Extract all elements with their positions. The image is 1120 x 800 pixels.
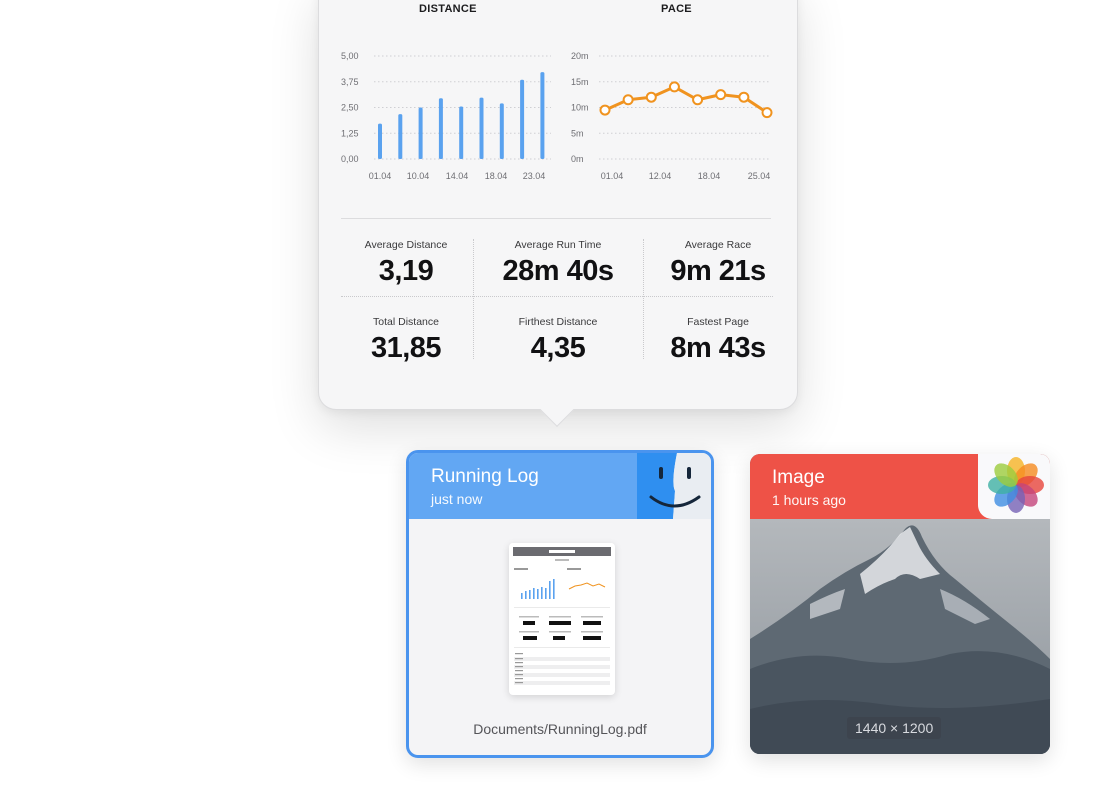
distance-x-tick: 01.04: [369, 171, 392, 181]
distance-bar: [438, 98, 443, 159]
pace-point: [599, 104, 611, 116]
pace-point: [645, 91, 657, 103]
distance-bar: [499, 103, 504, 159]
stat-value: 8m 43s: [670, 332, 766, 364]
stat-average-distance: Average Distance 3,19: [341, 239, 471, 288]
distance-bar: [398, 114, 403, 159]
stat-value: 3,19: [378, 255, 434, 287]
distance-x-tick: 10.04: [407, 171, 430, 181]
running-log-card[interactable]: Running Log just now Documents/RunningLo…: [406, 450, 714, 758]
stat-value: 9m 21s: [670, 255, 766, 287]
finder-icon: [637, 453, 711, 519]
pdf-thumbnail[interactable]: [509, 543, 615, 695]
card-subtitle: just now: [431, 491, 483, 507]
stage: DISTANCE PACE 5,00 3,75 2,50 1,25 0,00 01.04 1…: [0, 0, 1120, 800]
card-subtitle: 1 hours ago: [772, 492, 846, 508]
pace-y-tick: 5m: [571, 128, 584, 138]
stat-label: Firthest Distance: [518, 316, 598, 328]
image-card[interactable]: Image 1 hours ago 1440 × 1200: [750, 454, 1050, 754]
card-title: Image: [772, 467, 825, 488]
stat-label: Average Race: [684, 239, 752, 251]
running-stats-popover: DISTANCE PACE 5,00 3,75 2,50 1,25 0,00 01.04 1…: [318, 0, 798, 410]
stat-total-distance: Total Distance 31,85: [341, 316, 471, 365]
stat-fastest-page: Fastest Page 8m 43s: [645, 316, 791, 365]
distance-y-tick: 3,75: [341, 77, 359, 87]
distance-bar: [459, 106, 464, 159]
pace-y-tick: 15m: [571, 77, 589, 87]
distance-bar: [520, 79, 525, 159]
pace-point: [692, 94, 704, 106]
stat-average-run-time: Average Run Time 28m 40s: [475, 239, 641, 288]
distance-bar: [418, 107, 423, 159]
stat-label: Average Distance: [364, 239, 448, 251]
section-divider: [341, 218, 771, 219]
distance-y-tick: 5,00: [341, 51, 359, 61]
running-log-card-header: Running Log just now: [409, 453, 711, 519]
pace-point: [622, 94, 634, 106]
stat-value: 28m 40s: [502, 255, 615, 287]
pace-point: [668, 81, 680, 93]
pace-chart: 20m 15m 10m 5m 0m 01.04 12.04 18.04 25.04: [571, 51, 773, 181]
pace-x-tick: 01.04: [601, 171, 624, 181]
card-title: Running Log: [431, 466, 539, 487]
distance-bar: [479, 97, 484, 159]
pace-x-tick: 25.04: [748, 171, 771, 181]
pace-y-tick: 10m: [571, 103, 589, 113]
distance-y-tick: 1,25: [341, 128, 359, 138]
stat-label: Average Run Time: [514, 239, 602, 251]
stats-divider-v1: [473, 239, 474, 359]
image-card-header: Image 1 hours ago: [750, 454, 1050, 519]
pace-point: [761, 107, 773, 119]
stat-label: Total Distance: [373, 316, 439, 328]
stat-average-race: Average Race 9m 21s: [645, 239, 791, 288]
distance-y-tick: 0,00: [341, 154, 359, 164]
stats-divider-h: [341, 296, 773, 297]
stats-grid: Average Distance 3,19 Average Run Time 2…: [341, 239, 773, 379]
distance-x-tick: 14.04: [446, 171, 469, 181]
pace-point: [738, 91, 750, 103]
pace-x-tick: 12.04: [649, 171, 672, 181]
pace-y-tick: 20m: [571, 51, 589, 61]
pdf-preview-image: [513, 547, 611, 685]
distance-y-tick: 2,50: [341, 103, 359, 113]
pace-y-tick: 0m: [571, 154, 584, 164]
charts-svg: 5,00 3,75 2,50 1,25 0,00 01.04 10.04 14.04 18.04…: [341, 51, 773, 181]
photos-icon: [978, 454, 1050, 519]
pace-x-tick: 18.04: [698, 171, 721, 181]
distance-x-tick: 23.04: [523, 171, 546, 181]
file-path: Documents/RunningLog.pdf: [473, 721, 647, 737]
stat-label: Fastest Page: [687, 316, 749, 328]
distance-bar: [378, 123, 382, 159]
pace-point: [715, 89, 727, 101]
distance-chart: 5,00 3,75 2,50 1,25 0,00 01.04 10.04 14.04 18.04…: [341, 51, 551, 181]
image-dimensions-badge: 1440 × 1200: [847, 717, 942, 739]
stat-value: 31,85: [370, 332, 442, 364]
distance-x-tick: 18.04: [485, 171, 508, 181]
distance-bar: [540, 72, 545, 159]
stats-divider-v2: [643, 239, 644, 359]
stat-value: 4,35: [530, 332, 586, 364]
stat-firthest-distance: Firthest Distance 4,35: [475, 316, 641, 365]
